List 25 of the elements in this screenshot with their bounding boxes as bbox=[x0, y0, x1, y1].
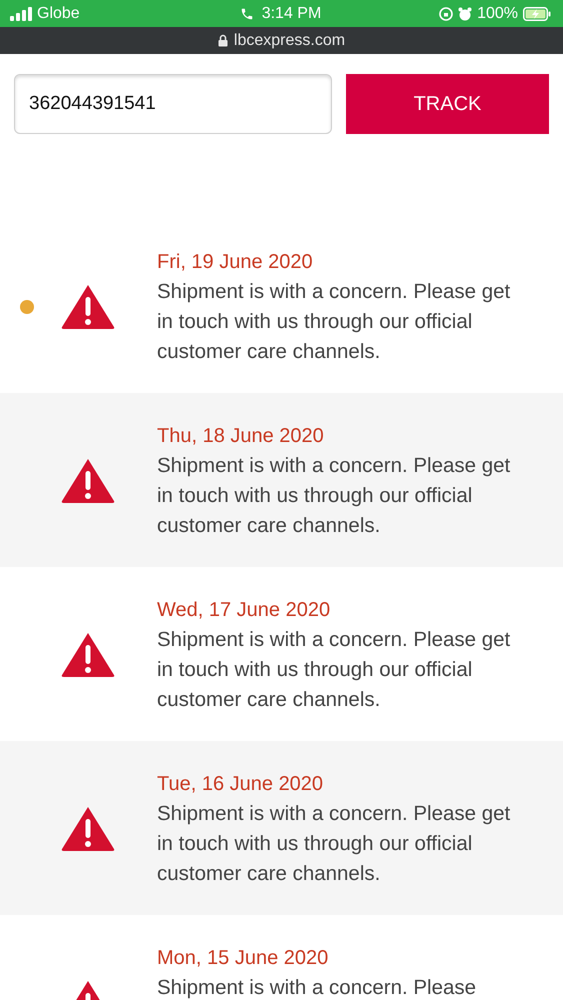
battery-percent: 100% bbox=[477, 4, 518, 22]
event-date: Fri, 19 June 2020 bbox=[157, 250, 314, 275]
page-url[interactable]: lbcexpress.com bbox=[234, 32, 346, 50]
alarm-icon bbox=[458, 6, 472, 20]
event-message: Shipment is with a concern. Please get in touch with us through our official customer care channels. bbox=[157, 627, 512, 713]
lock-icon bbox=[218, 34, 228, 47]
warning-icon bbox=[60, 631, 116, 679]
event-date: Thu, 18 June 2020 bbox=[157, 424, 325, 449]
warning-icon bbox=[60, 457, 116, 505]
warning-icon bbox=[60, 283, 116, 331]
tracking-number-field[interactable]: 362044391541 bbox=[14, 74, 332, 134]
phone-icon bbox=[240, 6, 254, 20]
carrier-name: Globe bbox=[37, 4, 80, 22]
battery-charging-icon bbox=[523, 6, 551, 20]
event-date: Wed, 17 June 2020 bbox=[157, 598, 332, 623]
warning-icon bbox=[60, 805, 116, 853]
clock-time: 3:14 PM bbox=[262, 4, 322, 22]
event-message: Shipment is with a concern. Please get in touch with us through our official customer care channels. bbox=[157, 801, 512, 887]
event-date: Mon, 15 June 2020 bbox=[157, 946, 330, 971]
signal-icon bbox=[10, 6, 32, 20]
event-message: Shipment is with a concern. Please get in touch with us through our official customer care channels. bbox=[157, 453, 512, 539]
event-date: Tue, 16 June 2020 bbox=[157, 772, 324, 797]
track-button[interactable]: TRACK bbox=[346, 74, 549, 134]
event-message: Shipment is with a concern. Please bbox=[157, 975, 478, 1000]
event-message: Shipment is with a concern. Please get in touch with us through our official customer care channels. bbox=[157, 279, 512, 365]
